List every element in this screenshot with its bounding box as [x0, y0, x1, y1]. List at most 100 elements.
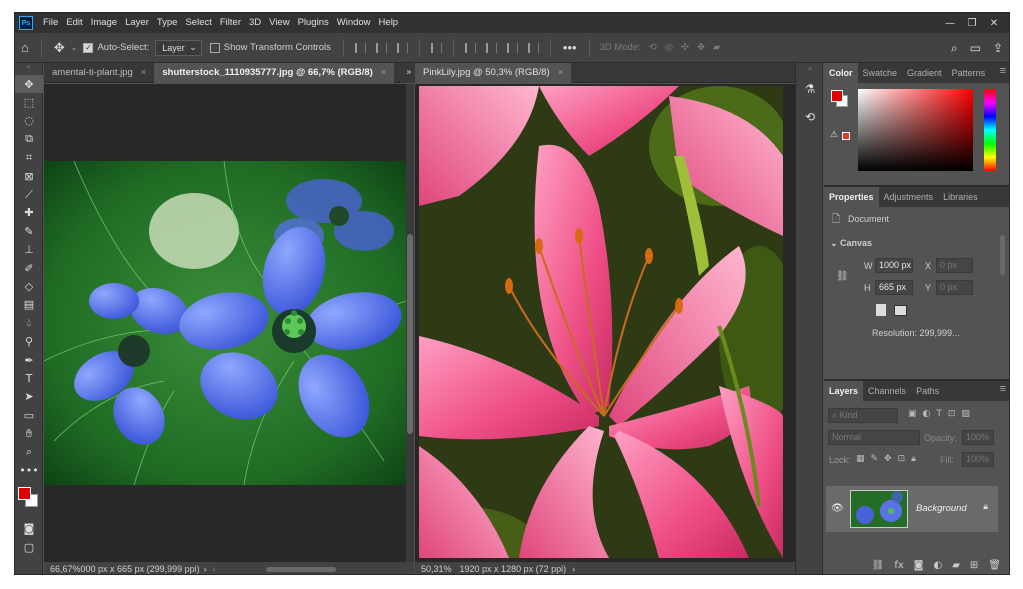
menu-help[interactable]: Help: [375, 13, 403, 33]
chevron-down-icon[interactable]: ⌄: [71, 43, 78, 52]
menu-filter[interactable]: Filter: [216, 13, 245, 33]
new-layer-icon[interactable]: ⊞: [970, 560, 978, 571]
align-middle-icon[interactable]: [485, 42, 497, 53]
path-select-tool-icon[interactable]: ➤: [15, 388, 43, 406]
fill-field[interactable]: 100%: [962, 452, 994, 467]
link-layers-icon[interactable]: ⛓: [872, 560, 885, 571]
lock-icon[interactable]: 🔒︎: [983, 502, 988, 512]
tab-pinklily[interactable]: PinkLily.jpg @ 50,3% (RGB/8) ×: [415, 62, 572, 83]
more-options-icon[interactable]: •••: [563, 40, 577, 55]
menu-select[interactable]: Select: [181, 13, 215, 33]
image-pink-lily[interactable]: [419, 86, 783, 558]
delete-layer-icon[interactable]: 🗑︎: [988, 560, 1001, 571]
menu-edit[interactable]: Edit: [62, 13, 86, 33]
pen-tool-icon[interactable]: ✒: [15, 351, 43, 369]
scroll-left-icon[interactable]: ‹: [213, 564, 216, 574]
tab-patterns[interactable]: Patterns: [947, 63, 991, 83]
lasso-tool-icon[interactable]: ◌: [15, 112, 43, 130]
dodge-tool-icon[interactable]: ⚲: [15, 332, 43, 350]
zoom-tool-icon[interactable]: ⌕: [15, 443, 43, 461]
tab-adjustments[interactable]: Adjustments: [879, 187, 939, 207]
layer-name[interactable]: Background: [916, 503, 967, 514]
canvas-right[interactable]: [415, 84, 795, 562]
share-icon[interactable]: ⇪: [993, 41, 1003, 55]
color-field[interactable]: [858, 89, 973, 171]
zoom-level[interactable]: 50,31%: [421, 564, 452, 574]
distribute-v-icon[interactable]: [527, 42, 539, 53]
adjustment-layer-icon[interactable]: ◐: [933, 560, 942, 571]
scrollbar-thumb[interactable]: [407, 234, 413, 434]
menu-layer[interactable]: Layer: [121, 13, 153, 33]
collapse-panels-icon[interactable]: «: [796, 63, 824, 75]
object-select-tool-icon[interactable]: ⧉: [15, 130, 43, 148]
toolbar-collapse-icon[interactable]: »: [15, 63, 42, 75]
lock-icons[interactable]: ▦✎✥⊡🔒︎: [856, 454, 922, 464]
screen-mode-icon[interactable]: ▢: [15, 538, 43, 556]
tab-color[interactable]: Color: [824, 63, 858, 83]
menu-type[interactable]: Type: [153, 13, 182, 33]
layer-filter-kind[interactable]: ⌕ Kind: [828, 408, 898, 423]
align-right-icon[interactable]: [396, 42, 408, 53]
height-field[interactable]: 665 px: [875, 280, 913, 295]
minimize-button[interactable]: —: [939, 18, 961, 29]
gamut-color-swatch[interactable]: [842, 132, 850, 140]
panel-foreground-color[interactable]: [831, 90, 843, 102]
foreground-color[interactable]: [18, 486, 31, 500]
learn-panel-icon[interactable]: ⚗: [796, 75, 824, 103]
hue-slider[interactable]: [984, 89, 996, 171]
close-tab-icon[interactable]: ×: [381, 63, 387, 83]
frame-tool-icon[interactable]: ⊠: [15, 167, 43, 185]
auto-select-dropdown[interactable]: Layer: [155, 39, 202, 56]
layer-filter-icons[interactable]: ▣◐T⊡▨: [908, 409, 976, 419]
history-panel-icon[interactable]: ⟲: [796, 103, 824, 131]
history-brush-icon[interactable]: ✐: [15, 259, 43, 277]
menu-file[interactable]: File: [39, 13, 62, 33]
canvas-section-toggle[interactable]: ⌄ Canvas: [830, 238, 872, 249]
hand-tool-icon[interactable]: ✋︎: [15, 424, 43, 442]
menu-plugins[interactable]: Plugins: [294, 13, 333, 33]
align-bottom-icon[interactable]: [506, 42, 518, 53]
marquee-tool-icon[interactable]: ⬚: [15, 93, 43, 111]
auto-select-checkbox[interactable]: ✓: [83, 42, 94, 53]
tab-swatches[interactable]: Swatche: [858, 63, 903, 83]
brush-tool-icon[interactable]: ✎: [15, 222, 43, 240]
blend-mode-dropdown[interactable]: Normal: [828, 430, 920, 445]
menu-window[interactable]: Window: [333, 13, 375, 33]
tab-gradients[interactable]: Gradient: [902, 63, 947, 83]
menu-3d[interactable]: 3D: [245, 13, 265, 33]
type-tool-icon[interactable]: T: [15, 369, 43, 387]
healing-brush-icon[interactable]: ✚: [15, 204, 43, 222]
panel-menu-icon[interactable]: ≡: [1000, 383, 1006, 395]
move-tool-icon[interactable]: ✥: [15, 75, 43, 94]
tab-libraries[interactable]: Libraries: [938, 187, 983, 207]
align-top-icon[interactable]: [464, 42, 476, 53]
restore-button[interactable]: ❐: [961, 18, 983, 29]
link-icon[interactable]: ⛓: [836, 271, 849, 282]
horizontal-scrollbar-thumb[interactable]: [265, 566, 336, 572]
shape-tool-icon[interactable]: ▭: [15, 406, 43, 424]
align-center-h-icon[interactable]: [375, 42, 387, 53]
stamp-tool-icon[interactable]: ⊥: [15, 241, 43, 259]
visibility-eye-icon[interactable]: 👁︎: [831, 503, 844, 514]
crop-tool-icon[interactable]: ⌗: [15, 149, 43, 167]
move-tool-icon[interactable]: ✥: [54, 40, 65, 56]
status-arrow-icon[interactable]: ›: [204, 564, 207, 574]
eraser-tool-icon[interactable]: ◇: [15, 277, 43, 295]
search-icon[interactable]: ⌕: [951, 41, 958, 56]
workspace-icon[interactable]: ▭: [970, 41, 981, 55]
more-tools-icon[interactable]: •••: [15, 461, 43, 479]
add-mask-icon[interactable]: ◙: [914, 560, 924, 571]
fx-icon[interactable]: fx: [894, 560, 903, 571]
landscape-icon[interactable]: [894, 305, 907, 316]
blur-tool-icon[interactable]: 💧︎: [15, 314, 43, 332]
home-icon[interactable]: ⌂: [21, 40, 29, 55]
zoom-level[interactable]: 66,67%: [50, 564, 81, 574]
status-arrow-icon[interactable]: ›: [572, 564, 575, 574]
tab-layers[interactable]: Layers: [824, 381, 864, 401]
transform-controls-checkbox[interactable]: [209, 42, 220, 53]
opacity-field[interactable]: 100%: [962, 430, 994, 445]
color-swatches[interactable]: [15, 480, 43, 520]
image-blue-flowers[interactable]: [44, 161, 406, 485]
quick-mask-icon[interactable]: ◙: [15, 520, 43, 538]
tab-paths[interactable]: Paths: [911, 381, 944, 401]
